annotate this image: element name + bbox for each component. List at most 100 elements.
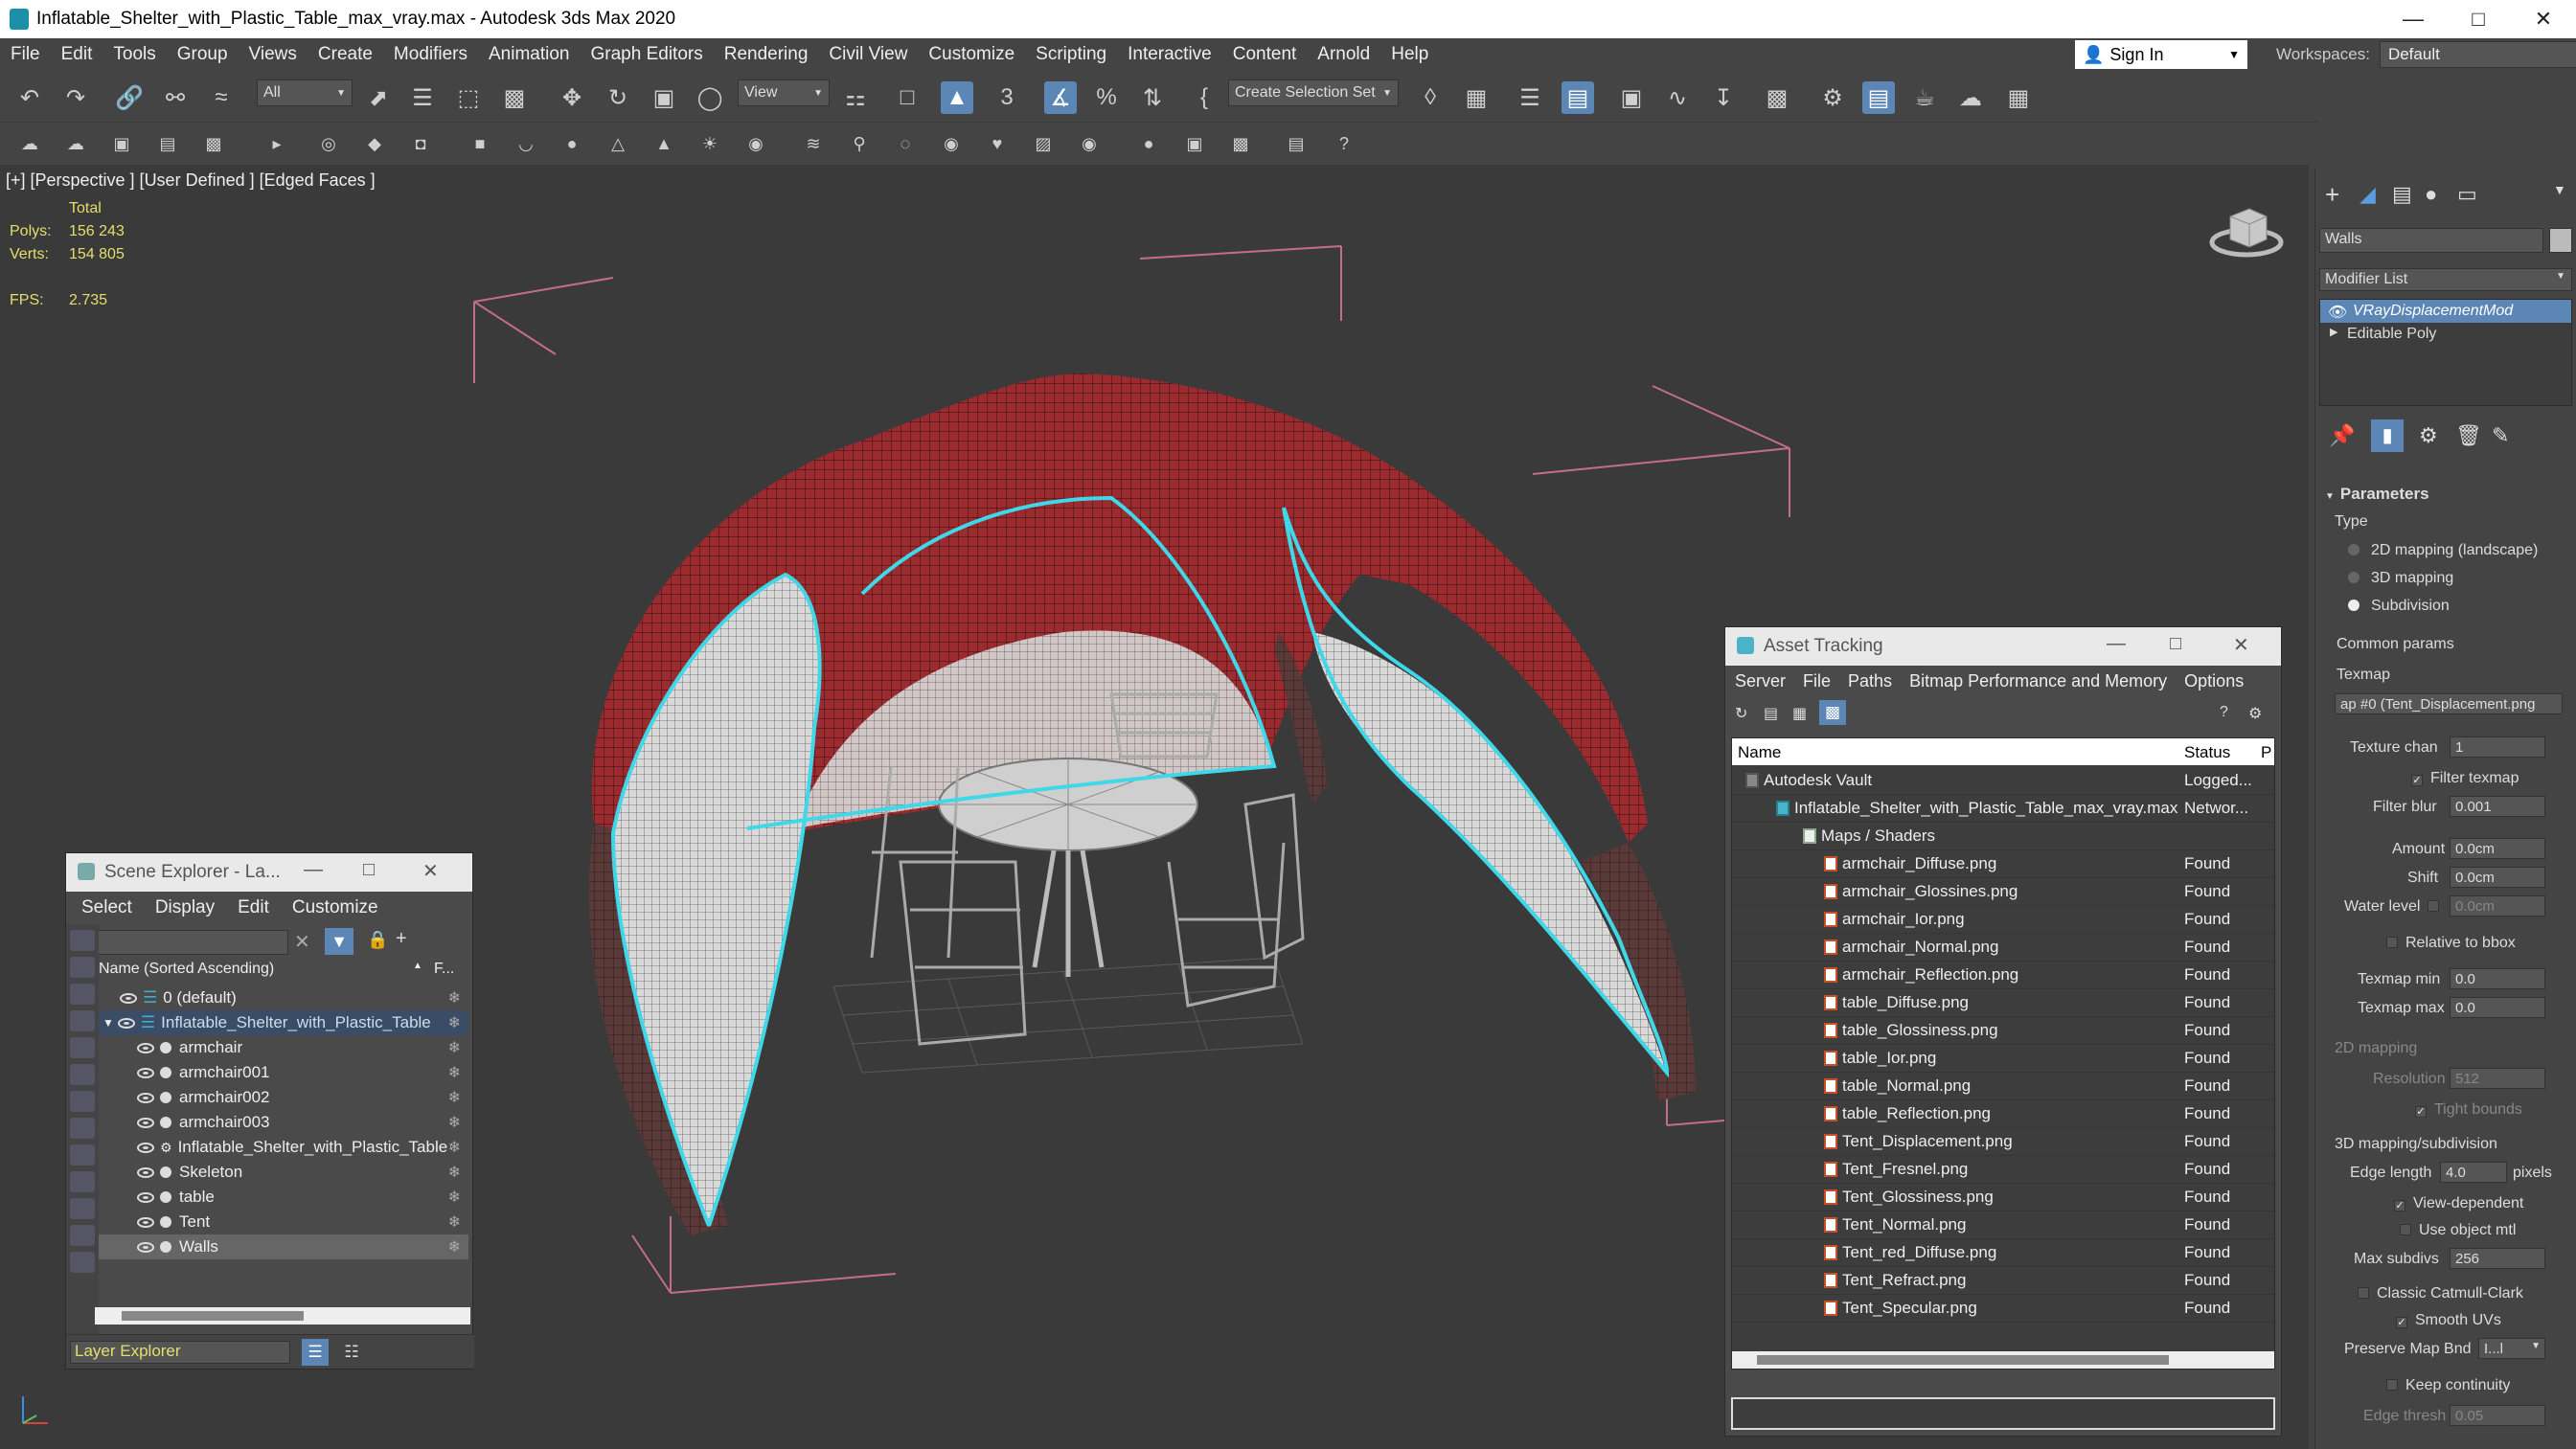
vray-scatter-icon[interactable]: ◉: [1077, 131, 1102, 156]
display-all-icon[interactable]: [70, 1225, 95, 1246]
checkbox-checked-icon[interactable]: ✓: [2394, 1200, 2405, 1211]
view-dependent-checkbox[interactable]: ✓ View-dependent: [2394, 1195, 2523, 1212]
vray-plane-light-icon[interactable]: ■: [467, 131, 492, 156]
visibility-eye-icon[interactable]: [137, 1241, 154, 1253]
tree-row-default-layer[interactable]: ☰ 0 (default) ❄: [99, 985, 468, 1010]
freeze-icon[interactable]: ❄: [448, 1013, 461, 1032]
render-setup-icon[interactable]: ⚙: [1816, 81, 1849, 114]
display-cameras-icon[interactable]: [70, 1037, 95, 1058]
settings-icon[interactable]: ⚙: [2248, 704, 2262, 723]
asset-row[interactable]: armchair_Glossines.png Found: [1732, 878, 2276, 906]
sort-by-hierarchy-icon[interactable]: ☷: [338, 1339, 365, 1366]
link-icon[interactable]: 🔗: [113, 81, 146, 114]
water-level-checkbox[interactable]: Water level: [2344, 898, 2447, 916]
freeze-icon[interactable]: ❄: [448, 988, 461, 1008]
at-menu-options[interactable]: Options: [2184, 671, 2244, 691]
percent-snap-icon[interactable]: %: [1090, 81, 1123, 114]
render-frame-icon[interactable]: ▦: [2002, 81, 2035, 114]
asset-row[interactable]: Maps / Shaders: [1732, 823, 2276, 850]
menu-modifiers[interactable]: Modifiers: [383, 44, 478, 65]
sign-in-button[interactable]: 👤 Sign In ▼: [2075, 40, 2247, 69]
keep-continuity-checkbox[interactable]: Keep continuity: [2386, 1377, 2510, 1394]
vray-render-icon[interactable]: ☁: [17, 131, 42, 156]
asset-row[interactable]: armchair_Ior.png Found: [1732, 906, 2276, 934]
menu-views[interactable]: Views: [239, 44, 308, 65]
column-name-header[interactable]: Name: [1738, 743, 1781, 762]
chevron-down-icon[interactable]: ▼: [2553, 182, 2566, 197]
unlink-icon[interactable]: ⚯: [159, 81, 192, 114]
at-menu-file[interactable]: File: [1803, 671, 1831, 691]
column-header[interactable]: Name (Sorted Ascending) ▲ F...: [99, 961, 468, 984]
column-status-header[interactable]: Status: [2184, 743, 2230, 762]
at-menu-bitmap-performance[interactable]: Bitmap Performance and Memory: [1909, 671, 2167, 691]
radio-subdivision[interactable]: Subdivision: [2348, 598, 2450, 615]
remove-modifier-icon[interactable]: 🗑: [2455, 423, 2482, 448]
render-cloud-icon[interactable]: ☁: [1954, 81, 1987, 114]
visibility-eye-icon[interactable]: [120, 992, 137, 1004]
menu-tools[interactable]: Tools: [103, 44, 166, 65]
menu-interactive[interactable]: Interactive: [1117, 44, 1222, 65]
curve-editor-icon[interactable]: ∿: [1661, 81, 1694, 114]
vray-override-icon[interactable]: ▣: [1182, 131, 1207, 156]
menu-help[interactable]: Help: [1380, 44, 1439, 65]
checkbox-icon[interactable]: [2386, 937, 2398, 948]
rectangular-selection-icon[interactable]: ⬚: [452, 81, 485, 114]
select-object-icon[interactable]: ⬈: [362, 81, 395, 114]
vray-fur-icon[interactable]: ≋: [801, 131, 826, 156]
asset-row[interactable]: armchair_Normal.png Found: [1732, 934, 2276, 962]
display-helpers-icon[interactable]: [70, 1064, 95, 1085]
vray-ambient-light-icon[interactable]: ◉: [743, 131, 768, 156]
asset-row[interactable]: Tent_Normal.png Found: [1732, 1211, 2276, 1239]
freeze-icon[interactable]: ❄: [448, 1237, 461, 1257]
horizontal-scrollbar[interactable]: [1732, 1351, 2274, 1369]
menu-edit[interactable]: Edit: [51, 44, 103, 65]
asset-row[interactable]: Tent_red_Diffuse.png Found: [1732, 1239, 2276, 1267]
display-geometry-icon[interactable]: [70, 957, 95, 978]
vray-decal-icon[interactable]: ♥: [985, 131, 1010, 156]
freeze-icon[interactable]: ❄: [448, 1188, 461, 1207]
angle-snap-icon[interactable]: ∡: [1044, 81, 1077, 114]
menu-file[interactable]: File: [0, 44, 51, 65]
tree-row-armchair003[interactable]: armchair003 ❄: [99, 1110, 468, 1135]
freeze-icon[interactable]: ❄: [448, 1063, 461, 1082]
asset-row[interactable]: Tent_Fresnel.png Found: [1732, 1156, 2276, 1184]
preserve-map-bnd-dropdown[interactable]: I...l ▼: [2478, 1338, 2545, 1359]
tree-row-armchair[interactable]: armchair ❄: [99, 1035, 468, 1060]
checkbox-checked-icon[interactable]: ✓: [2396, 1317, 2407, 1328]
radio-icon[interactable]: [2348, 572, 2359, 583]
display-shapes-icon[interactable]: [70, 984, 95, 1005]
minimize-button[interactable]: —: [2107, 633, 2126, 655]
menu-arnold[interactable]: Arnold: [1307, 44, 1380, 65]
pivot-center-icon[interactable]: ⚏: [839, 81, 872, 114]
motion-tab-icon[interactable]: ●: [2425, 182, 2437, 207]
se-menu-customize[interactable]: Customize: [292, 897, 378, 918]
display-lights-icon[interactable]: [70, 1010, 95, 1031]
ribbon-toggle-icon[interactable]: ▣: [1615, 81, 1648, 114]
se-menu-select[interactable]: Select: [81, 897, 132, 918]
display-groups-icon[interactable]: [70, 1118, 95, 1139]
tree-view-icon[interactable]: ▩: [1819, 700, 1846, 725]
texmap-min-spinner[interactable]: 0.0: [2450, 968, 2545, 989]
visibility-eye-icon[interactable]: [137, 1166, 154, 1178]
radio-icon[interactable]: [2348, 544, 2359, 555]
eye-icon[interactable]: 👁: [2328, 303, 2347, 322]
visibility-eye-icon[interactable]: [137, 1042, 154, 1053]
display-containers-icon[interactable]: [70, 1198, 95, 1219]
display-bones-icon[interactable]: [70, 1171, 95, 1192]
menu-rendering[interactable]: Rendering: [714, 44, 819, 65]
scene-search-input[interactable]: [72, 930, 288, 955]
vray-ies-light-icon[interactable]: △: [605, 131, 630, 156]
use-object-mtl-checkbox[interactable]: Use object mtl: [2400, 1222, 2516, 1239]
render-production-icon[interactable]: ☕: [1908, 81, 1941, 114]
vray-material-icon[interactable]: ●: [1136, 131, 1161, 156]
refresh-icon[interactable]: ↻: [1735, 704, 1747, 723]
freeze-icon[interactable]: ❄: [448, 1212, 461, 1232]
asset-row[interactable]: table_Ior.png Found: [1732, 1045, 2276, 1073]
object-color-swatch[interactable]: [2549, 228, 2572, 253]
expand-arrow-icon[interactable]: ▶: [2330, 326, 2337, 338]
radio-3d-mapping[interactable]: 3D mapping: [2348, 570, 2453, 587]
create-tab-icon[interactable]: +: [2325, 180, 2339, 210]
scene-explorer-titlebar[interactable]: Scene Explorer - La... — □ ✕: [66, 853, 472, 892]
relative-to-bbox-checkbox[interactable]: Relative to bbox: [2386, 935, 2516, 952]
display-spacewarps-icon[interactable]: [70, 1091, 95, 1112]
